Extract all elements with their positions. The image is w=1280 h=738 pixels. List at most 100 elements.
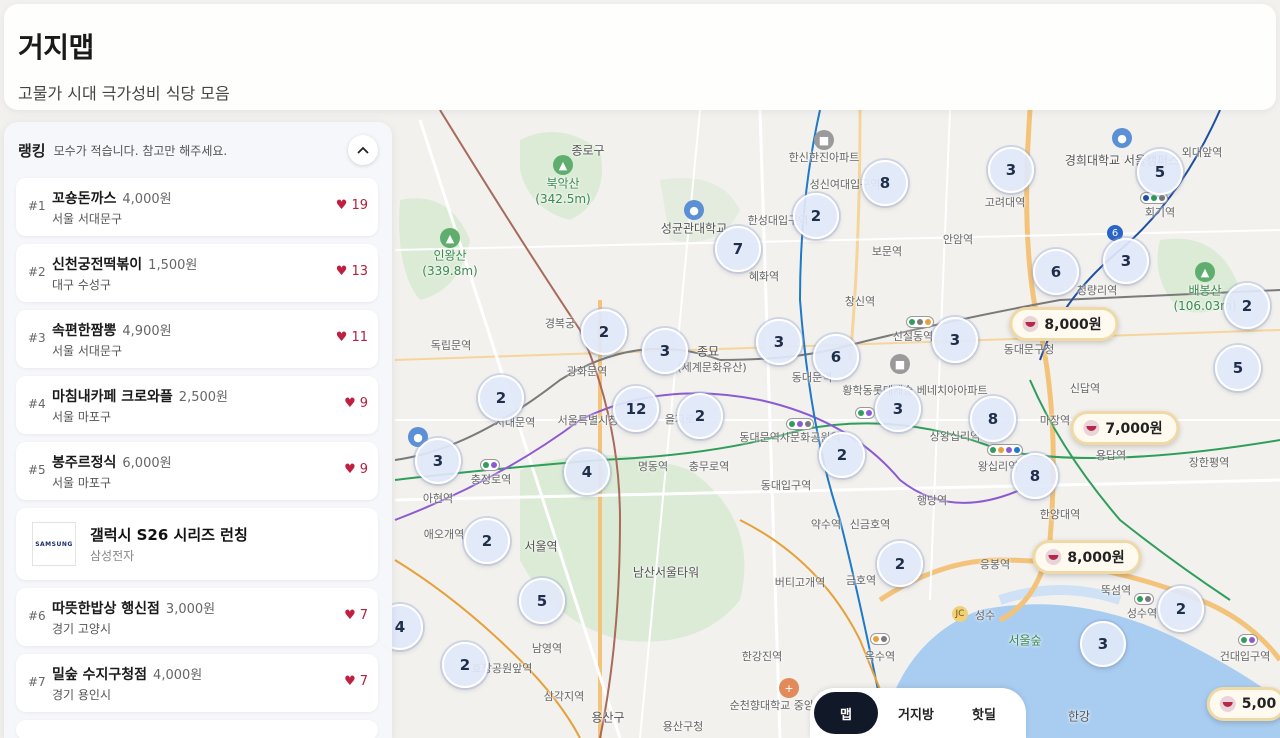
- restaurant-cluster[interactable]: 2: [442, 642, 488, 688]
- place-label: 남산서울타워: [632, 565, 700, 580]
- heart-icon: ♥: [335, 198, 348, 213]
- ranking-item[interactable]: #3 속편한짬뽕 4,900원 서울 서대문구 ♥ 11: [16, 310, 378, 368]
- price-pin[interactable]: 8,000원: [1009, 307, 1119, 341]
- ranking-item[interactable]: #7 밀숲 수지구청점 4,000원 경기 용인시 ♥ 7: [16, 654, 378, 712]
- restaurant-cluster[interactable]: 3: [875, 386, 921, 432]
- place-label: 용답역: [1095, 449, 1127, 462]
- ranking-item[interactable]: #4 마침내카페 크로와플 2,500원 서울 마포구 ♥ 9: [16, 376, 378, 434]
- station-badge: [786, 418, 814, 430]
- restaurant-cluster[interactable]: 6: [813, 334, 859, 380]
- restaurant-cluster[interactable]: 5: [519, 578, 565, 624]
- place-label: 신답역: [1069, 382, 1101, 395]
- bowl-icon: [1083, 420, 1100, 436]
- rank-number: #6: [28, 609, 46, 623]
- restaurant-cluster[interactable]: 3: [932, 317, 978, 363]
- restaurant-name-text: 따뜻한밥상 행신점: [52, 601, 160, 617]
- like-count: ♥ 11: [336, 330, 368, 345]
- restaurant-cluster[interactable]: 3: [988, 147, 1034, 193]
- ranking-item[interactable]: #1 꼬숑돈까스 4,000원 서울 서대문구 ♥ 19: [16, 178, 378, 236]
- ad-title: 갤럭시 S26 시리즈 런칭: [90, 526, 248, 544]
- like-count-value: 13: [351, 264, 368, 279]
- restaurant-cluster[interactable]: 8: [970, 396, 1016, 442]
- restaurant-cluster[interactable]: 12: [613, 386, 659, 432]
- ranking-item[interactable]: #2 신천궁전떡볶이 1,500원 대구 수성구 ♥ 13: [16, 244, 378, 302]
- ranking-item[interactable]: #5 봉주르정식 6,000원 서울 마포구 ♥ 9: [16, 442, 378, 500]
- restaurant-cluster[interactable]: 2: [819, 432, 865, 478]
- restaurant-cluster[interactable]: 5: [1137, 149, 1183, 195]
- place-label: 혜화역: [748, 270, 780, 283]
- restaurant-cluster[interactable]: 2: [478, 375, 524, 421]
- restaurant-cluster[interactable]: 2: [793, 193, 839, 239]
- bowl-icon: [1022, 316, 1039, 332]
- restaurant-price: 3,000원: [165, 602, 216, 617]
- restaurant-name: 봉주르정식 6,000원: [52, 452, 172, 472]
- restaurant-name: 밀숲 수지구청점 4,000원: [52, 664, 202, 684]
- place-label: 남영역: [531, 642, 563, 655]
- place-label: 독립문역: [430, 339, 472, 352]
- like-count-value: 9: [359, 396, 368, 411]
- ranking-panel: 랭킹 모수가 적습니다. 참고만 해주세요. #1 꼬숑돈까스 4,000원 서울…: [4, 122, 392, 738]
- collapse-button[interactable]: [348, 135, 378, 165]
- tab-geojibang[interactable]: 거지방: [878, 692, 954, 734]
- restaurant-cluster[interactable]: 8: [1012, 453, 1058, 499]
- place-label: 마장역: [1039, 414, 1071, 427]
- app-header: 거지맵 고물가 시대 극가성비 식당 모음: [4, 4, 1276, 110]
- place-label: 창신역: [844, 295, 876, 308]
- restaurant-cluster[interactable]: 6: [1033, 249, 1079, 295]
- restaurant-region: 서울 마포구: [52, 476, 112, 490]
- station-badge: [855, 407, 875, 419]
- ranking-item[interactable]: [16, 720, 378, 738]
- bottom-tab-bar: 맵 거지방 핫딜: [810, 688, 1026, 738]
- tab-map[interactable]: 맵: [814, 692, 878, 734]
- restaurant-cluster[interactable]: 3: [415, 438, 461, 484]
- restaurant-cluster[interactable]: 5: [1215, 345, 1261, 391]
- restaurant-cluster[interactable]: 2: [677, 393, 723, 439]
- ranking-header: 랭킹 모수가 적습니다. 참고만 해주세요.: [16, 122, 378, 178]
- hospital-icon: +: [779, 678, 799, 698]
- restaurant-cluster[interactable]: 2: [877, 541, 923, 587]
- place-label: 청량리역: [1076, 284, 1118, 297]
- place-label: 아현역: [422, 492, 454, 505]
- place-label: 종로구: [571, 143, 605, 158]
- price-pin[interactable]: 8,000원: [1032, 540, 1142, 574]
- ad-banner[interactable]: SAMSUNG 갤럭시 S26 시리즈 런칭 삼성전자: [16, 508, 378, 580]
- place-label: (339.8m): [422, 264, 478, 278]
- place-label: 한신한진아파트: [788, 151, 860, 164]
- place-label: 서울역: [524, 539, 558, 554]
- restaurant-cluster[interactable]: 3: [642, 328, 688, 374]
- like-count-value: 7: [359, 608, 368, 623]
- place-label: 성수: [974, 609, 996, 622]
- bowl-icon: [1219, 696, 1236, 712]
- station-badge: [1238, 634, 1258, 646]
- price-pin[interactable]: 5,00: [1206, 687, 1280, 721]
- place-label: 안암역: [942, 233, 974, 246]
- rank-number: #4: [28, 397, 46, 411]
- restaurant-cluster[interactable]: 7: [715, 226, 761, 272]
- ranking-item[interactable]: #6 따뜻한밥상 행신점 3,000원 경기 고양시 ♥ 7: [16, 588, 378, 646]
- restaurant-cluster[interactable]: 3: [1080, 621, 1126, 667]
- restaurant-cluster[interactable]: 2: [1158, 586, 1204, 632]
- restaurant-cluster[interactable]: 4: [564, 449, 610, 495]
- place-label: 신설동역: [892, 330, 934, 343]
- place-label: 종묘: [696, 344, 720, 359]
- tab-hotdeal[interactable]: 핫딜: [954, 692, 1014, 734]
- heart-icon: ♥: [344, 396, 356, 411]
- restaurant-cluster[interactable]: 2: [464, 518, 510, 564]
- like-count-value: 19: [351, 198, 368, 213]
- restaurant-cluster[interactable]: 3: [756, 319, 802, 365]
- place-label: 서울특별시청: [557, 414, 619, 427]
- price-pin-label: 7,000원: [1105, 421, 1163, 437]
- rank-number: #7: [28, 675, 46, 689]
- place-label: 충정로역: [470, 473, 512, 486]
- restaurant-cluster[interactable]: 2: [581, 309, 627, 355]
- place-label: 배봉산: [1188, 283, 1222, 298]
- school-icon: ●: [684, 200, 704, 220]
- place-label: 광화문역: [566, 365, 608, 378]
- restaurant-cluster[interactable]: 2: [1224, 283, 1270, 329]
- place-label: 옥수역: [864, 650, 896, 663]
- restaurant-cluster[interactable]: 3: [1103, 238, 1149, 284]
- restaurant-cluster[interactable]: 8: [862, 160, 908, 206]
- price-pin[interactable]: 7,000원: [1070, 411, 1180, 445]
- restaurant-name-text: 신천궁전떡볶이: [52, 257, 143, 273]
- restaurant-name: 꼬숑돈까스 4,000원: [52, 188, 172, 208]
